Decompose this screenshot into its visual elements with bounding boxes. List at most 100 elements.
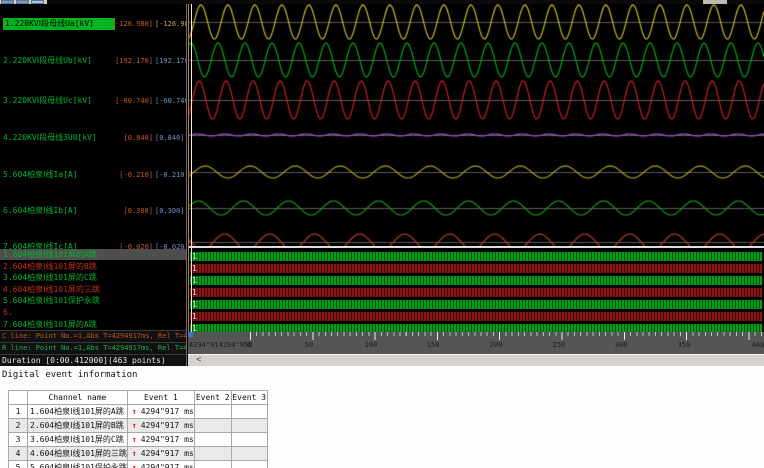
duration-status: Duration [0:00.412000](463 points) <box>0 354 186 366</box>
digital-trace: 1 <box>190 300 762 309</box>
event1-time: 4294"917 ms <box>140 421 194 430</box>
cursor-value: [-0.210] <box>119 171 153 179</box>
digital-state-value: 1 <box>192 288 197 297</box>
channel-name-cell: 2.604柏泉Ⅰ线101屏的B跳 <box>27 418 128 433</box>
rising-edge-arrow-icon: ↑ <box>131 407 137 416</box>
cursor-value: [0.300] <box>123 207 153 215</box>
table-header-row: Channel name Event 1 Event 2 Event 3 <box>8 390 268 405</box>
rising-edge-arrow-icon: ↑ <box>131 435 137 444</box>
analog-channel-label[interactable]: 1.220KVⅠ段母线Ua[kV] <box>3 18 115 30</box>
analog-channel-row: 1.220KVⅠ段母线Ua[kV] [-126.980] [-126.980] <box>0 18 186 31</box>
analog-channel-label[interactable]: 2.220KVⅠ段母线Ub[kV] <box>3 55 92 67</box>
horizontal-scrollbar[interactable]: < <box>188 354 764 366</box>
rising-edge-arrow-icon: ↑ <box>131 421 137 430</box>
event2-cell <box>193 404 232 419</box>
table-row[interactable]: 4 4.604柏泉Ⅰ线101屏的三跳 ↑ 4294"917 ms <box>8 446 268 461</box>
analog-channel-label[interactable]: 4.220KVⅠ段母线3U0[kV] <box>3 132 97 144</box>
digital-event-table: Channel name Event 1 Event 2 Event 3 1 1… <box>8 390 268 468</box>
event1-time: 4294"917 ms <box>140 463 194 468</box>
rising-edge-arrow-icon: ↑ <box>131 463 137 468</box>
digital-trace: 1 <box>190 264 762 273</box>
event1-cell: ↑ 4294"917 ms <box>126 404 195 419</box>
event3-cell <box>230 446 268 461</box>
table-row[interactable]: 2 2.604柏泉Ⅰ线101屏的B跳 ↑ 4294"917 ms <box>8 418 268 433</box>
analog-channel-row: 2.220KVⅠ段母线Ub[kV] [192.170] [192.170] <box>0 55 186 68</box>
channel-name-cell: 4.604柏泉Ⅰ线101屏的三跳 <box>27 446 128 461</box>
row-number: 1 <box>8 404 28 419</box>
digital-trace: 1 <box>190 288 762 297</box>
digital-state-value: 1 <box>192 300 197 309</box>
analog-channel-label[interactable]: 6.604柏泉Ⅰ线Ib[A] <box>3 205 78 217</box>
digital-channel-label[interactable]: 3.604柏泉Ⅰ线101屏的C跳 <box>0 272 186 283</box>
event1-cell: ↑ 4294"917 ms <box>126 432 195 447</box>
ref-value: [192.170] <box>155 57 186 65</box>
row-number: 3 <box>8 432 28 447</box>
row-number: 4 <box>8 446 28 461</box>
digital-state-value: 1 <box>192 324 197 332</box>
c-line-cursor[interactable] <box>188 4 189 332</box>
event2-cell <box>193 446 232 461</box>
axis-tick-label: 300 <box>614 341 628 349</box>
digital-channel-label[interactable]: 7.604柏泉Ⅰ线101屏的A跳 <box>0 319 186 330</box>
event2-cell <box>193 460 232 468</box>
scroll-left-arrow-icon[interactable]: < <box>196 355 201 366</box>
event1-cell: ↑ 4294"917 ms <box>126 446 195 461</box>
event1-time: 4294"917 ms <box>140 407 194 416</box>
ref-value: [0.300] <box>155 207 185 215</box>
ruler-cursor-marker[interactable] <box>188 332 193 337</box>
ref-value: [-60.740] <box>155 97 186 105</box>
r-line-cursor[interactable] <box>191 4 192 332</box>
axis-cursor-time-label: 4294"914294"950 <box>189 341 253 349</box>
analog-channel-label[interactable]: 3.220KVⅠ段母线Uc[kV] <box>3 95 92 107</box>
digital-trace: 1 <box>190 252 762 261</box>
fault-recorder-window: 1.220KVⅠ段母线Ua[kV] [-126.980] [-126.980] … <box>0 0 764 468</box>
axis-tick-label: 100 <box>364 341 378 349</box>
ref-value: [-0.210] <box>155 171 187 179</box>
digital-channel-label[interactable]: 6. <box>0 307 186 318</box>
event3-cell <box>230 418 268 433</box>
digital-state-value: 1 <box>192 252 197 261</box>
table-row[interactable]: 5 5.604柏泉Ⅰ线101保护永跳 ↑ 4294"917 ms <box>8 460 268 468</box>
digital-state-value: 1 <box>192 264 197 273</box>
row-number: 5 <box>8 460 28 468</box>
channel-name-cell: 5.604柏泉Ⅰ线101保护永跳 <box>27 460 128 468</box>
digital-channel-label[interactable]: 5.604柏泉Ⅰ线101保护永跳 <box>0 295 186 306</box>
event3-cell <box>230 432 268 447</box>
cursor-value: [0.840] <box>123 134 153 142</box>
analog-channel-label[interactable]: 5.604柏泉Ⅰ线Ia[A] <box>3 169 78 181</box>
ref-value: [-126.980] <box>155 20 186 28</box>
axis-tick-label: 400 <box>751 341 764 349</box>
cursor-line-status: C line: Point No.=1,Abs T=4294917ms, Rel… <box>0 330 187 342</box>
column-header: Event 1 <box>126 390 195 405</box>
channel-list-panel: 1.220KVⅠ段母线Ua[kV] [-126.980] [-126.980] … <box>0 4 187 366</box>
ref-value: [0.840] <box>155 134 185 142</box>
event2-cell <box>193 418 232 433</box>
cursor-value: [-60.740] <box>115 97 153 105</box>
section-title: Digital event information <box>2 370 138 380</box>
table-row[interactable]: 1 1.604柏泉Ⅰ线101屏的A跳 ↑ 4294"917 ms <box>8 404 268 419</box>
row-number-header <box>8 390 28 405</box>
time-axis-ruler[interactable]: 4294"914294"950 0 50 100 150 200 250 300… <box>188 332 764 354</box>
digital-trace: 1 <box>190 324 762 332</box>
axis-tick-label: 200 <box>489 341 503 349</box>
analog-channel-row: 4.220KVⅠ段母线3U0[kV] [0.840] [0.840] <box>0 132 186 145</box>
channel-name-cell: 3.604柏泉Ⅰ线101屏的C跳 <box>27 432 128 447</box>
digital-trace-region[interactable]: 1 1 1 1 1 1 1 <box>188 246 764 332</box>
table-row[interactable]: 3 3.604柏泉Ⅰ线101屏的C跳 ↑ 4294"917 ms <box>8 432 268 447</box>
digital-channel-label[interactable]: 4.604柏泉Ⅰ线101屏的三跳 <box>0 284 186 295</box>
digital-channel-label[interactable]: 2.604柏泉Ⅰ线101屏的B跳 <box>0 261 186 272</box>
axis-tick-label: 250 <box>552 341 566 349</box>
analog-channel-row: 3.220KVⅠ段母线Uc[kV] [-60.740] [-60.740] <box>0 95 186 108</box>
column-header: Event 2 <box>193 390 232 405</box>
event1-cell: ↑ 4294"917 ms <box>126 418 195 433</box>
cursor-value: [192.170] <box>115 57 153 65</box>
digital-state-value: 1 <box>192 312 197 321</box>
digital-channel-label[interactable]: 1.604柏泉Ⅰ线101屏的A跳 <box>0 249 186 260</box>
event1-time: 4294"917 ms <box>140 449 194 458</box>
cursor-value: [-126.980] <box>110 20 153 28</box>
digital-trace: 1 <box>190 312 762 321</box>
axis-tick-label: 350 <box>677 341 691 349</box>
axis-tick-label: 150 <box>426 341 440 349</box>
analog-waveform-plot[interactable] <box>188 4 764 246</box>
waveform-workspace: 1.220KVⅠ段母线Ua[kV] [-126.980] [-126.980] … <box>0 4 764 366</box>
